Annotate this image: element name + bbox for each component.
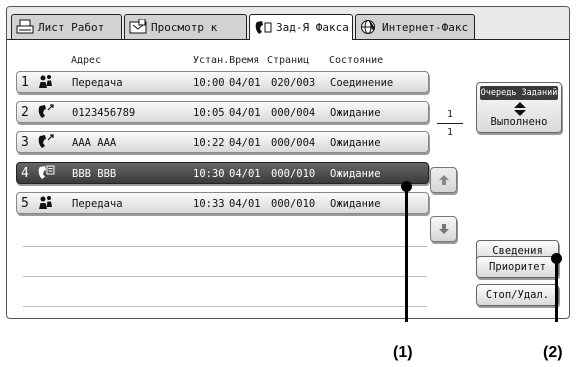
job-date: 04/01 (229, 77, 261, 89)
arrow-up-icon (438, 171, 450, 190)
priority-button[interactable]: Приоритет (476, 256, 559, 278)
job-status: Ожидание (330, 137, 381, 149)
tab-label: Зад-Я Факса (276, 21, 349, 34)
header-status: Состояние (329, 55, 384, 66)
fax-icon (254, 20, 272, 36)
job-address: BBB BBB (72, 168, 117, 180)
stop-delete-button[interactable]: Стоп/Удал. (476, 284, 559, 306)
queue-label: Очередь Заданий (480, 86, 558, 100)
tab-scan-to[interactable]: Просмотр к (124, 14, 247, 39)
job-date: 04/01 (229, 198, 261, 210)
phone-send-icon (37, 104, 55, 120)
job-row[interactable]: 3 AAA AAA 10:22 04/01 000/004 Ожидание (16, 131, 429, 153)
job-time: 10:30 (193, 168, 225, 180)
header-pages: Страниц (267, 55, 310, 66)
broadcast-icon (37, 74, 55, 90)
internet-fax-icon (360, 19, 378, 35)
broadcast-icon (37, 195, 55, 211)
header-address: Адрес (71, 55, 102, 66)
job-number: 3 (21, 135, 29, 150)
phone-send-icon (37, 134, 55, 150)
callout-label-1: (1) (393, 344, 413, 361)
header-set-time: Устан.Время (193, 55, 260, 66)
scroll-down-button[interactable] (430, 216, 457, 242)
job-row[interactable]: 5 Передача 10:33 04/01 000/010 Ожидание (16, 192, 429, 214)
current-page: 1 (446, 109, 454, 120)
job-row[interactable]: 2 0123456789 10:05 04/01 000/004 Ожидани… (16, 101, 429, 123)
job-address: Передача (72, 77, 123, 89)
job-number: 5 (21, 196, 29, 211)
job-status: Ожидание (330, 107, 381, 119)
empty-row-line (23, 306, 427, 307)
tab-print-jobs[interactable]: Лист Работ (11, 14, 122, 39)
job-status: Ожидание (330, 198, 381, 210)
callout-leader-1 (405, 186, 408, 322)
job-number: 1 (21, 75, 29, 90)
empty-row-line (23, 246, 427, 247)
job-time: 10:33 (193, 198, 225, 210)
phone-book-icon (37, 165, 55, 181)
print-icon (16, 19, 34, 35)
job-queue-toggle-button[interactable]: Очередь Заданий Выполнено (476, 82, 562, 133)
job-number: 4 (21, 166, 29, 181)
callout-leader-2 (555, 258, 558, 322)
callout-label-2: (2) (543, 344, 563, 361)
page-divider (437, 123, 463, 124)
job-time: 10:00 (193, 77, 225, 89)
job-row-selected[interactable]: 4 BBB BBB 10:30 04/01 000/010 Ожидание (16, 162, 429, 184)
job-row[interactable]: 1 Передача 10:00 04/01 020/003 Соединени… (16, 71, 429, 93)
job-pages: 000/010 (271, 168, 316, 180)
total-pages: 1 (446, 127, 454, 138)
tab-bar: Лист Работ Просмотр к Зад-Я Факса Интерн… (7, 7, 569, 40)
job-pages: 000/004 (271, 107, 316, 119)
job-date: 04/01 (229, 137, 261, 149)
job-date: 04/01 (229, 168, 261, 180)
job-address: AAA AAA (72, 137, 117, 149)
scroll-up-button[interactable] (430, 167, 457, 193)
job-time: 10:22 (193, 137, 225, 149)
job-status: Ожидание (330, 168, 381, 180)
arrow-down-icon (438, 220, 450, 239)
job-time: 10:05 (193, 107, 225, 119)
tab-internet-fax[interactable]: Интернет-Факс (355, 14, 475, 39)
job-pages: 000/010 (271, 198, 316, 210)
job-address: Передача (72, 198, 123, 210)
page-indicator: 1 1 (435, 109, 465, 138)
job-address: 0123456789 (72, 107, 136, 119)
tab-label: Просмотр к (151, 20, 218, 34)
completed-label: Выполнено (490, 116, 548, 128)
job-pages: 000/004 (271, 137, 316, 149)
tab-label: Интернет-Факс (382, 20, 469, 34)
job-number: 2 (21, 105, 29, 120)
fax-job-status-panel: Лист Работ Просмотр к Зад-Я Факса Интерн… (6, 6, 570, 319)
tab-fax-jobs[interactable]: Зад-Я Факса (249, 14, 353, 40)
job-date: 04/01 (229, 107, 261, 119)
tab-label: Лист Работ (38, 20, 105, 34)
scan-icon (129, 19, 147, 35)
job-status: Соединение (330, 77, 394, 89)
job-pages: 020/003 (271, 77, 316, 89)
empty-row-line (23, 276, 427, 277)
